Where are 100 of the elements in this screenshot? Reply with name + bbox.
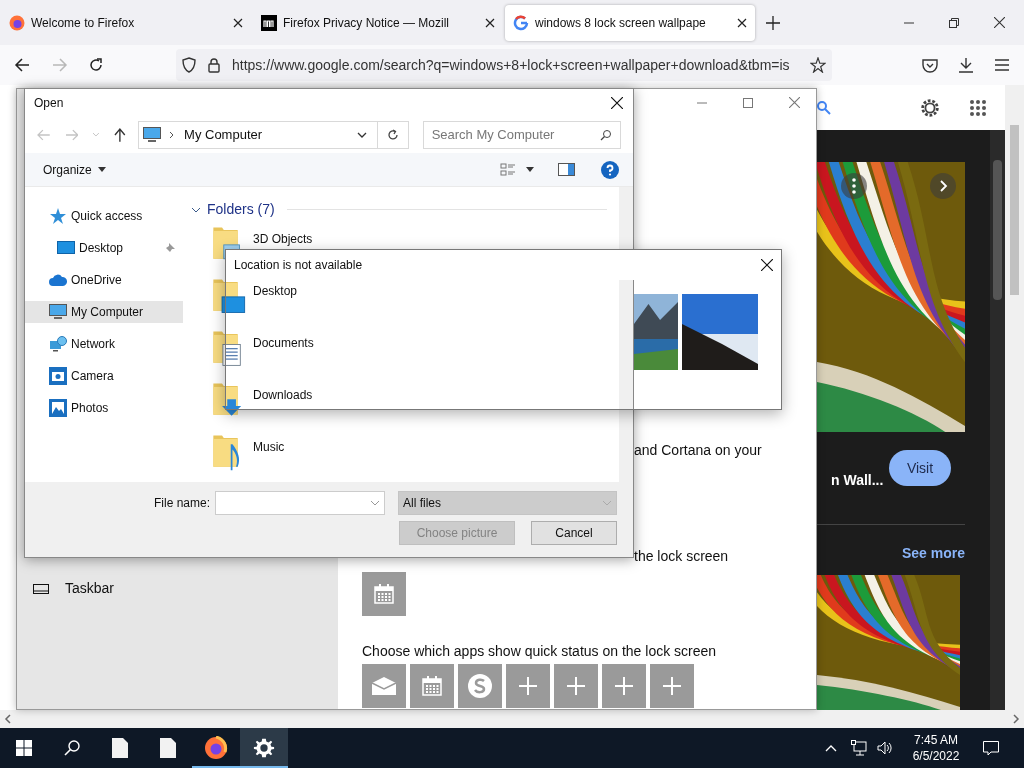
close-icon[interactable] xyxy=(485,17,495,28)
m-logo-icon xyxy=(261,14,277,31)
browser-tab[interactable]: Firefox Privacy Notice — Mozill xyxy=(253,4,503,41)
windows-logo-icon xyxy=(16,740,32,756)
network-icon xyxy=(49,336,67,352)
tab-title: Firefox Privacy Notice — Mozill xyxy=(283,14,451,32)
organize-button[interactable]: Organize xyxy=(43,160,106,179)
nav-item[interactable]: Quick access xyxy=(25,205,183,227)
calendar-icon xyxy=(420,674,444,698)
description-text: and Cortana on your xyxy=(634,441,762,460)
nav-item[interactable]: My Computer xyxy=(25,301,183,323)
address-bar[interactable]: https://www.google.com/search?q=windows+8+lock+screen+wallpaper+download&tbm=is xyxy=(176,49,832,81)
tab-title: Welcome to Firefox xyxy=(31,14,136,32)
help-icon[interactable] xyxy=(601,160,619,179)
taskbar-app[interactable] xyxy=(240,728,288,768)
settings-icon xyxy=(253,737,275,759)
nav-item[interactable]: Desktop xyxy=(25,237,183,259)
settings-icon[interactable] xyxy=(919,96,941,119)
star-icon[interactable] xyxy=(810,57,826,73)
monitor-icon xyxy=(57,241,75,255)
computer-icon xyxy=(143,127,162,143)
camera-icon xyxy=(49,367,67,385)
folder-item[interactable]: Music xyxy=(211,432,285,472)
shield-icon xyxy=(182,57,196,73)
chevron-right-icon[interactable] xyxy=(930,173,956,199)
file-name-field[interactable] xyxy=(215,491,385,515)
notification-icon[interactable] xyxy=(983,740,999,756)
envelope-icon xyxy=(370,675,398,697)
star-icon xyxy=(49,207,67,225)
chevron-down-icon xyxy=(602,500,612,506)
plus-icon xyxy=(662,676,682,696)
browser-tab[interactable]: windows 8 lock screen wallpape xyxy=(505,4,755,41)
dialog-button[interactable]: Cancel xyxy=(531,521,617,545)
search-field[interactable]: Search My Computer xyxy=(422,121,621,149)
app-tile[interactable] xyxy=(602,664,646,708)
chevron-down-icon[interactable] xyxy=(356,132,367,138)
reload-icon[interactable] xyxy=(88,57,104,73)
cloud-icon xyxy=(49,274,67,286)
pocket-icon[interactable] xyxy=(922,57,938,73)
caret-icon[interactable] xyxy=(526,167,534,172)
clock[interactable]: 7:45 AM 6/5/2022 xyxy=(907,732,965,764)
address-text: My Computer xyxy=(184,126,264,145)
chevron-down-icon[interactable] xyxy=(191,206,201,213)
preview-pane-icon[interactable] xyxy=(558,163,575,176)
nav-item[interactable]: OneDrive xyxy=(25,269,183,291)
close-icon[interactable] xyxy=(737,17,747,28)
calendar-icon xyxy=(372,582,396,606)
app-tile[interactable] xyxy=(362,572,406,616)
app-tile[interactable] xyxy=(410,664,454,708)
maximize-icon[interactable] xyxy=(743,97,753,108)
dialog-title: Open xyxy=(34,95,64,112)
folder-item[interactable]: Documents xyxy=(211,328,314,368)
refresh-icon[interactable] xyxy=(386,129,399,141)
folder-item[interactable]: Downloads xyxy=(211,380,313,420)
browser-tab[interactable]: Welcome to Firefox xyxy=(1,4,251,41)
nav-item[interactable]: Network xyxy=(25,333,183,355)
volume-icon[interactable] xyxy=(877,741,893,755)
download-icon[interactable] xyxy=(958,57,974,73)
apps-grid-icon[interactable] xyxy=(969,98,987,117)
close-icon[interactable] xyxy=(994,17,1005,28)
result-title: n Wall... xyxy=(831,471,884,490)
folder-item[interactable]: Desktop xyxy=(211,276,298,316)
chevron-right-icon[interactable] xyxy=(1012,714,1020,724)
app-tile[interactable] xyxy=(458,664,502,708)
search-icon[interactable] xyxy=(817,100,831,115)
menu-icon[interactable] xyxy=(994,58,1010,72)
more-options-icon[interactable] xyxy=(841,173,867,199)
chevron-up-icon[interactable] xyxy=(825,744,837,752)
google-g-icon xyxy=(513,14,529,31)
see-more-link[interactable]: See more xyxy=(902,543,966,564)
lock-icon xyxy=(208,57,220,73)
restore-icon[interactable] xyxy=(949,17,959,28)
photos-icon xyxy=(49,399,67,417)
up-arrow-icon[interactable] xyxy=(114,128,127,142)
app-tile[interactable] xyxy=(554,664,598,708)
computer-icon xyxy=(49,304,67,320)
app-tile[interactable] xyxy=(650,664,694,708)
skype-icon xyxy=(466,672,494,700)
url-text: https://www.google.com/search?q=windows+8+lock+screen+wallpaper+download&tbm=is xyxy=(232,55,791,75)
network-icon[interactable] xyxy=(851,740,867,756)
chevron-left-icon[interactable] xyxy=(4,714,12,724)
tab-title: windows 8 lock screen wallpape xyxy=(535,14,707,32)
dialog-title: Location is not available xyxy=(234,257,363,274)
caret-icon xyxy=(97,167,106,172)
close-icon[interactable] xyxy=(761,259,773,271)
nav-item[interactable]: Photos xyxy=(25,397,183,419)
close-icon[interactable] xyxy=(611,97,623,109)
address-box[interactable]: My Computer xyxy=(138,121,409,149)
app-tile[interactable] xyxy=(506,664,550,708)
app-tile[interactable] xyxy=(362,664,406,708)
plus-icon xyxy=(518,676,538,696)
view-options-icon[interactable] xyxy=(500,161,516,178)
document-icon xyxy=(112,738,128,758)
plus-icon[interactable] xyxy=(766,15,780,30)
folder-icon xyxy=(211,276,247,316)
close-icon[interactable] xyxy=(233,17,243,28)
visit-button[interactable]: Visit xyxy=(889,450,951,486)
back-icon[interactable] xyxy=(14,57,30,73)
sidebar-item[interactable]: Taskbar xyxy=(65,578,115,599)
nav-item[interactable]: Camera xyxy=(25,365,183,387)
